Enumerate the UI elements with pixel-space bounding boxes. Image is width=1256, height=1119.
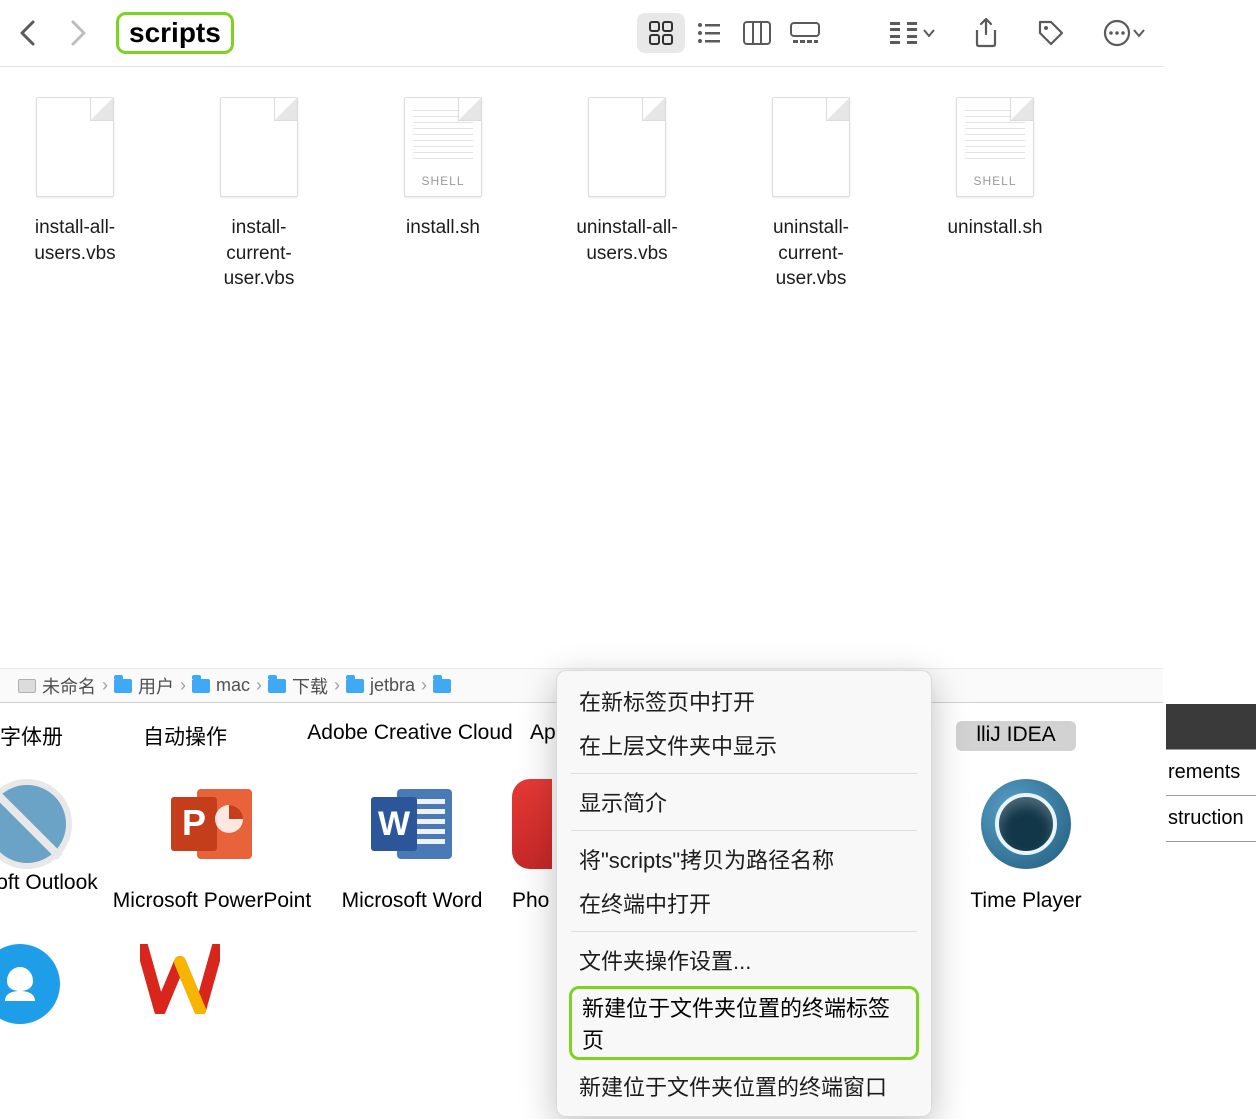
folder-icon xyxy=(192,679,210,693)
forward-button[interactable] xyxy=(66,18,88,48)
column-view-button[interactable] xyxy=(733,13,781,53)
app-label: Pho xyxy=(512,887,549,914)
file-item[interactable]: uninstall-current-user.vbs xyxy=(756,97,866,292)
file-label: install-all-users.vbs xyxy=(20,215,130,266)
path-label: mac xyxy=(216,675,250,696)
chevron-right-icon: › xyxy=(180,675,186,696)
folder-title: scripts xyxy=(116,12,234,54)
tag-button[interactable] xyxy=(1037,19,1065,47)
app-label: oft Outlook xyxy=(0,869,98,896)
back-button[interactable] xyxy=(18,18,40,48)
app-item[interactable]: P Microsoft PowerPoint xyxy=(112,779,312,914)
file-item[interactable]: uninstall-all-users.vbs xyxy=(572,97,682,292)
file-icon xyxy=(588,97,666,197)
svg-text:P: P xyxy=(182,802,206,843)
toolbar: scripts xyxy=(0,0,1163,67)
path-segment[interactable] xyxy=(433,679,451,693)
menu-folder-actions[interactable]: 文件夹操作设置... xyxy=(557,938,931,982)
gallery-view-button[interactable] xyxy=(781,13,829,53)
file-label: uninstall.sh xyxy=(947,215,1042,241)
group-button[interactable] xyxy=(889,20,935,46)
folder-icon xyxy=(268,679,286,693)
file-label: uninstall-all-users.vbs xyxy=(572,215,682,266)
menu-separator xyxy=(571,830,917,831)
file-item[interactable]: install-current-user.vbs xyxy=(204,97,314,292)
app-icon-partial xyxy=(0,944,60,1024)
path-label: 用户 xyxy=(138,673,174,699)
nav-group xyxy=(18,18,88,48)
toolbar-actions xyxy=(889,18,1145,48)
app-item[interactable] xyxy=(80,944,280,1024)
path-label: 未命名 xyxy=(42,673,96,699)
chevron-right-icon: › xyxy=(102,675,108,696)
chevron-right-icon: › xyxy=(334,675,340,696)
menu-open-terminal[interactable]: 在终端中打开 xyxy=(557,881,931,925)
menu-separator xyxy=(571,931,917,932)
app-icon-partial xyxy=(512,779,552,869)
path-label: jetbra xyxy=(370,675,415,696)
menu-get-info[interactable]: 显示简介 xyxy=(557,780,931,824)
disk-icon xyxy=(18,679,36,693)
view-switcher xyxy=(637,13,829,53)
folder-icon xyxy=(433,679,451,693)
path-segment[interactable]: mac xyxy=(192,675,250,696)
word-icon: W xyxy=(367,779,457,869)
path-segment[interactable]: 用户 xyxy=(114,673,174,699)
chevron-right-icon: › xyxy=(421,675,427,696)
outlook-icon xyxy=(0,779,72,869)
path-segment[interactable]: 下载 xyxy=(268,673,328,699)
app-label: Time Player xyxy=(970,887,1081,914)
menu-new-terminal-tab[interactable]: 新建位于文件夹位置的终端标签页 xyxy=(569,986,919,1060)
file-item[interactable]: install-all-users.vbs xyxy=(20,97,130,292)
app-label: lliJ IDEA xyxy=(956,721,1076,751)
icon-view-button[interactable] xyxy=(637,13,685,53)
menu-open-new-tab[interactable]: 在新标签页中打开 xyxy=(557,679,931,723)
file-icon xyxy=(36,97,114,197)
powerpoint-icon: P xyxy=(167,779,257,869)
folder-icon xyxy=(114,679,132,693)
app-label: Adobe Creative Cloud xyxy=(290,721,530,751)
context-menu: 在新标签页中打开 在上层文件夹中显示 显示简介 将"scripts"拷贝为路径名… xyxy=(556,670,932,1117)
panel-header xyxy=(1166,704,1256,750)
menu-show-parent[interactable]: 在上层文件夹中显示 xyxy=(557,723,931,767)
folder-icon xyxy=(346,679,364,693)
app-label: 自动操作 xyxy=(80,721,290,751)
file-label: install.sh xyxy=(406,215,480,241)
finder-window: scripts xyxy=(0,0,1163,703)
app-item[interactable]: Time Player xyxy=(946,779,1106,914)
file-icon: SHELL xyxy=(404,97,482,197)
panel-row[interactable]: rements xyxy=(1166,750,1256,796)
file-item[interactable]: SHELL install.sh xyxy=(388,97,498,292)
path-segment[interactable]: jetbra xyxy=(346,675,415,696)
menu-separator xyxy=(571,773,917,774)
file-icon xyxy=(772,97,850,197)
menu-copy-path[interactable]: 将"scripts"拷贝为路径名称 xyxy=(557,837,931,881)
file-label: uninstall-current-user.vbs xyxy=(756,215,866,292)
path-label: 下载 xyxy=(292,673,328,699)
menu-new-terminal-window[interactable]: 新建位于文件夹位置的终端窗口 xyxy=(557,1064,931,1108)
app-item[interactable]: W Microsoft Word xyxy=(312,779,512,914)
quicktime-icon xyxy=(981,779,1071,869)
chevron-down-icon xyxy=(923,28,935,38)
svg-text:W: W xyxy=(378,805,411,843)
share-button[interactable] xyxy=(973,18,999,48)
path-segment[interactable]: 未命名 xyxy=(18,673,96,699)
app-item[interactable]: oft Outlook xyxy=(0,779,112,896)
file-icon: SHELL xyxy=(956,97,1034,197)
right-panel: rements struction xyxy=(1166,704,1256,842)
app-label: Microsoft PowerPoint xyxy=(113,887,311,914)
file-grid: install-all-users.vbs install-current-us… xyxy=(0,67,1163,292)
app-item[interactable] xyxy=(0,944,80,1024)
app-label: 字体册 xyxy=(0,721,80,751)
list-view-button[interactable] xyxy=(685,13,733,53)
app-label: Microsoft Word xyxy=(342,887,483,914)
file-label: install-current-user.vbs xyxy=(204,215,314,292)
chevron-right-icon: › xyxy=(256,675,262,696)
more-actions-button[interactable] xyxy=(1103,19,1145,47)
chevron-down-icon xyxy=(1133,28,1145,38)
file-item[interactable]: SHELL uninstall.sh xyxy=(940,97,1050,292)
panel-row[interactable]: struction xyxy=(1166,796,1256,842)
file-icon xyxy=(220,97,298,197)
wps-icon xyxy=(140,944,220,1014)
